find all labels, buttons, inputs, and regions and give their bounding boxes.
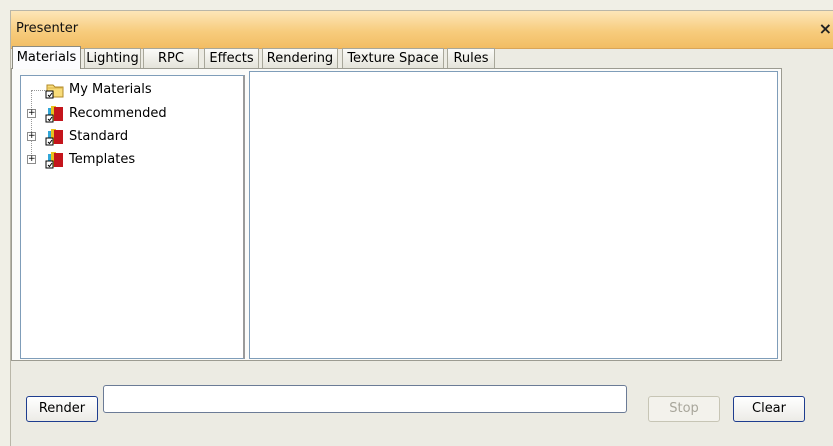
tree-item-templates[interactable]: + Templates [21, 150, 241, 170]
render-button[interactable]: Render [26, 396, 98, 422]
expand-icon[interactable]: + [27, 132, 36, 141]
tree-item-standard[interactable]: + Standard [21, 127, 241, 147]
tree-item-label: Recommended [69, 106, 167, 121]
tree-item-recommended[interactable]: + Recommended [21, 104, 241, 124]
materials-panel: My Materials + Recommended + Standard + … [11, 68, 782, 361]
material-preview-pane[interactable] [249, 71, 778, 359]
expand-icon[interactable]: + [27, 109, 36, 118]
tab-effects[interactable]: Effects [204, 48, 259, 68]
material-library-icon [45, 105, 65, 123]
window-title: Presenter [16, 21, 79, 36]
folder-icon [45, 81, 65, 99]
tree-item-label: Standard [69, 129, 129, 144]
tab-lighting[interactable]: Lighting [84, 48, 141, 68]
tree-item-my-materials[interactable]: My Materials [21, 80, 241, 100]
tab-rpc[interactable]: RPC [143, 48, 199, 68]
materials-tree[interactable]: My Materials + Recommended + Standard + … [20, 75, 245, 359]
stop-button[interactable]: Stop [648, 396, 720, 422]
tab-materials[interactable]: Materials [12, 46, 81, 69]
tab-rules[interactable]: Rules [447, 48, 495, 68]
render-progress-bar [103, 385, 627, 413]
title-bar[interactable]: Presenter × [11, 11, 833, 49]
tab-rendering[interactable]: Rendering [262, 48, 338, 68]
material-library-icon [45, 128, 65, 146]
material-library-icon [45, 151, 65, 169]
clear-button[interactable]: Clear [733, 396, 805, 422]
expand-icon[interactable]: + [27, 155, 36, 164]
tree-item-label: My Materials [69, 82, 152, 97]
tab-texture-space[interactable]: Texture Space [342, 48, 444, 68]
tree-item-label: Templates [69, 152, 136, 167]
close-icon[interactable]: × [819, 19, 832, 38]
